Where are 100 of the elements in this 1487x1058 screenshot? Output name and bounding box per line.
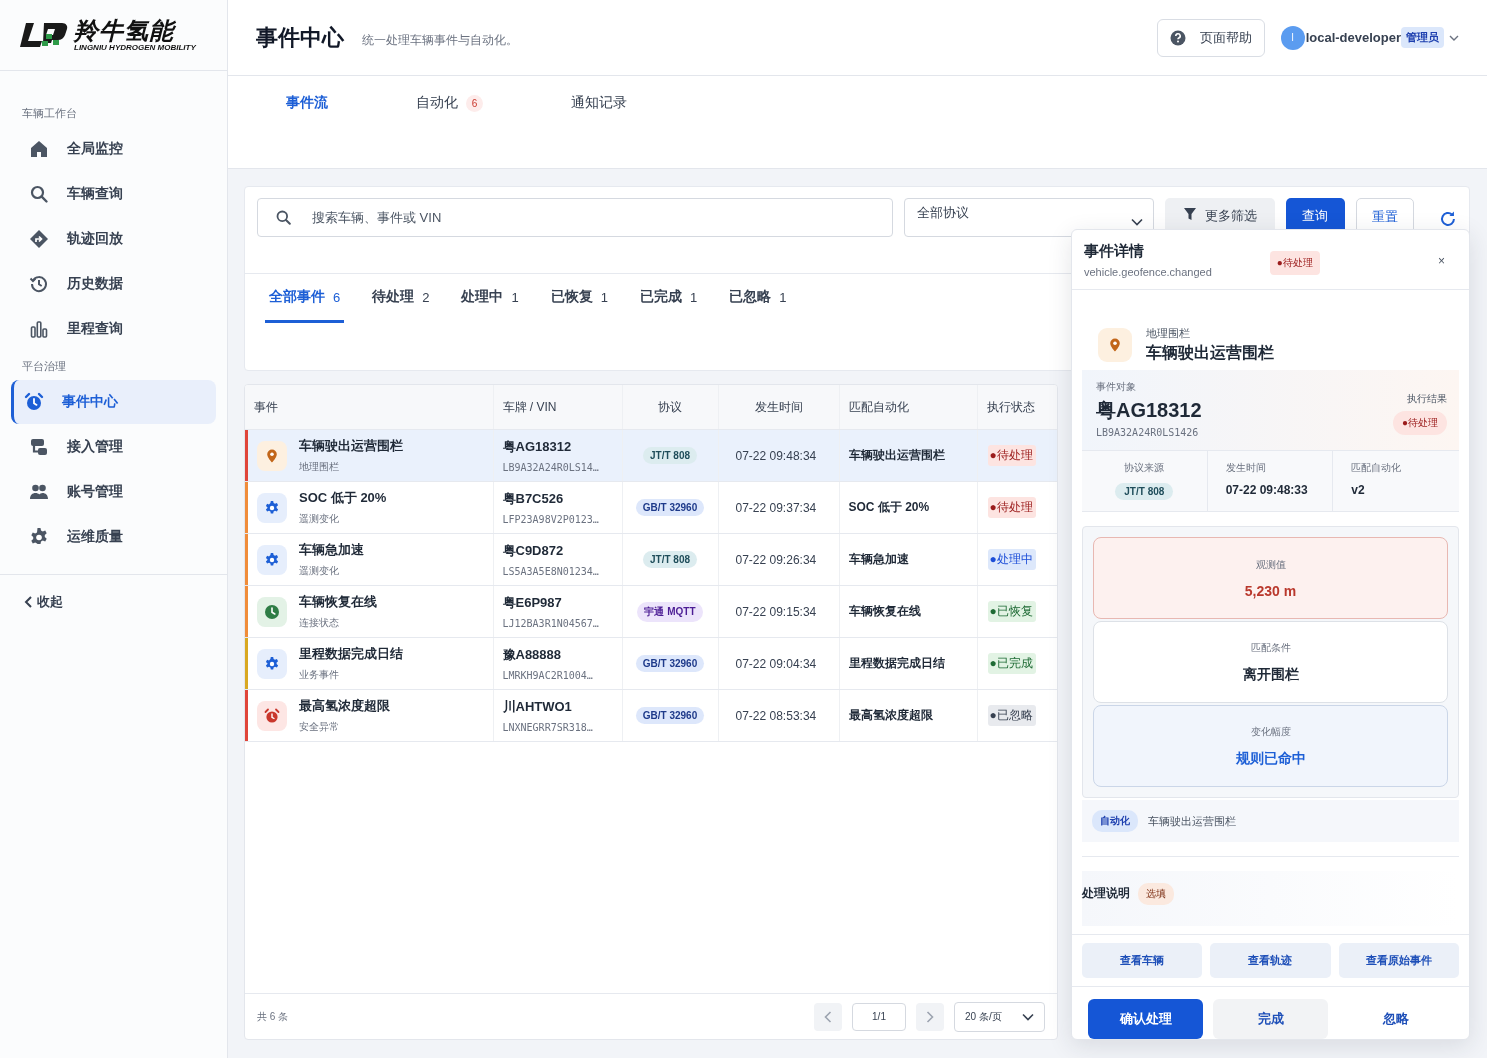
user-name: local-developer [1305, 30, 1401, 45]
sidebar-item[interactable]: 历史数据 [11, 262, 216, 306]
table-cell: 07-22 09:15:34 [718, 585, 839, 638]
plate-number: 粤E6P987 [502, 594, 563, 612]
search-icon [276, 210, 291, 225]
protocol-badge: JT/T 808 [1115, 483, 1174, 500]
link-button[interactable]: 查看车辆 [1082, 943, 1203, 978]
status-tab[interactable]: 处理中 1 [457, 274, 523, 323]
help-button[interactable]: 页面帮助 [1156, 18, 1265, 57]
status-badge: ●已忽略 [987, 705, 1036, 726]
pin-icon [257, 440, 287, 471]
status-tab[interactable]: 待处理 2 [368, 274, 434, 323]
alarm-clock-icon [24, 392, 44, 412]
page-field[interactable]: 1/1 [852, 1002, 906, 1031]
sidebar-item[interactable]: 运维质量 [11, 515, 216, 559]
fact-label: 匹配自动化 [1351, 461, 1403, 475]
column-header: 匹配自动化 [839, 385, 977, 430]
metric-card: 匹配条件 离开围栏 [1093, 621, 1448, 703]
vin-text: LS5A3A5E8N01234… [502, 566, 600, 577]
event-category: 地理围栏 [299, 460, 340, 474]
plate-number: 粤C9D872 [502, 542, 565, 560]
table-cell: 07-22 09:04:34 [718, 637, 839, 690]
column-header: 事件 [245, 385, 493, 430]
chevron-down-icon [1130, 218, 1143, 226]
event-category: 连接状态 [299, 616, 340, 630]
page-size-select[interactable]: 20 条/页 [954, 1001, 1045, 1032]
table-cell: 07-22 09:48:34 [718, 429, 839, 482]
event-title: 最高氢浓度超限 [299, 697, 390, 715]
chevron-down-icon [1022, 1012, 1034, 1021]
sidebar-item[interactable]: 账号管理 [11, 470, 216, 514]
link-button[interactable]: 查看原始事件 [1338, 943, 1459, 978]
sidebar-item[interactable]: 轨迹回放 [11, 217, 216, 261]
chevron-right-icon [926, 1010, 934, 1023]
search-field[interactable]: 搜索车辆、事件或 VIN [257, 198, 893, 237]
automation-tag: 自动化 [1092, 810, 1138, 832]
table-row[interactable]: 车辆急加速 遥测变化 粤C9D872 LS5A3A5E8N01234… JT/T 808 07-22 09:26:34 车辆急加速 ●处理中 [245, 533, 1057, 586]
brand-tagline: LINGNIU HYDROGEN MOBILITY [74, 43, 196, 52]
event-title: 车辆驶出运营围栏 [299, 437, 403, 455]
refresh-icon[interactable] [1439, 210, 1457, 228]
sidebar-item[interactable]: 车辆查询 [11, 172, 216, 216]
sidebar-item[interactable]: 里程查询 [11, 307, 216, 351]
gear-icon [257, 648, 287, 679]
table-cell: 里程数据完成日结 [839, 637, 977, 690]
help-icon [1169, 29, 1186, 46]
page-title: 事件中心 [256, 23, 344, 52]
collapse-button[interactable]: 收起 [0, 575, 227, 629]
metric-card: 变化幅度 规则已命中 [1093, 705, 1448, 787]
event-title: SOC 低于 20% [299, 489, 387, 507]
gear-icon [257, 492, 287, 523]
ignore-button[interactable]: 忽略 [1338, 999, 1453, 1039]
brand-name: 羚牛氢能 [74, 18, 177, 43]
protocol-badge: JT/T 808 [643, 551, 697, 568]
table-row[interactable]: 里程数据完成日结 业务事件 豫A88888 LMRKH9AC2R1004… GB/T 32960 07-22 09:04:34 里程数据完成日结 ●已完成 [245, 637, 1057, 690]
tab[interactable]: 事件流 [286, 76, 328, 130]
vin-text: LB9A32A24R0LS14… [502, 462, 600, 473]
sidebar-item[interactable]: 全局监控 [11, 127, 216, 171]
protocol-badge: GB/T 32960 [635, 707, 705, 724]
status-tab[interactable]: 已忽略 1 [725, 274, 791, 323]
pin-icon [1098, 328, 1132, 362]
status-tab[interactable]: 全部事件 6 [265, 274, 345, 323]
status-tab[interactable]: 已恢复 1 [546, 274, 612, 323]
protocol-badge: 宇通 MQTT [637, 601, 703, 622]
tab[interactable]: 通知记录 [571, 76, 627, 130]
status-badge: ●已恢复 [987, 601, 1036, 622]
result-badge: ●待处理 [1392, 411, 1447, 435]
vin-text: LJ12BA3R1N04567… [502, 618, 600, 629]
status-badge: ●已完成 [987, 653, 1036, 674]
next-page-button[interactable] [916, 1002, 944, 1031]
status-tab[interactable]: 已完成 1 [635, 274, 702, 323]
status-badge: ●待处理 [987, 497, 1036, 518]
table-row[interactable]: 最高氢浓度超限 安全异常 川AHTWO1 LNXNEGRR7SR318… GB/T 32960 07-22 08:53:34 最高氢浓度超限 ●已忽略 [245, 689, 1057, 742]
prev-page-button[interactable] [814, 1002, 842, 1031]
status-badge: ●待处理 [987, 445, 1036, 466]
chevron-down-icon [1449, 33, 1459, 42]
plate-number: 川AHTWO1 [502, 698, 573, 716]
table-row[interactable]: 车辆恢复在线 连接状态 粤E6P987 LJ12BA3R1N04567… 宇通 MQTT 07-22 09:15:34 车辆恢复在线 ●已恢复 [245, 585, 1057, 638]
event-category: 业务事件 [299, 668, 340, 682]
count-badge: 6 [466, 94, 483, 112]
confirm-button[interactable]: 确认处理 [1088, 999, 1203, 1039]
tab[interactable]: 自动化 6 [416, 76, 483, 130]
event-category: 安全异常 [299, 720, 340, 734]
sidebar-item[interactable]: 接入管理 [11, 425, 216, 469]
chevron-left-icon [24, 596, 33, 608]
automation-name: 车辆驶出运营围栏 [1148, 813, 1236, 829]
table-row[interactable]: SOC 低于 20% 遥测变化 粤B7C526 LFP23A98V2P0123… GB/T 32960 07-22 09:37:34 SOC 低于 20% ●待处理 [245, 481, 1057, 534]
status-badge: ●处理中 [987, 549, 1036, 570]
section-title: 车辆工作台 [21, 106, 78, 121]
sidebar-item[interactable]: 事件中心 [11, 380, 216, 424]
optional-tag: 选填 [1138, 882, 1174, 905]
gear-icon [257, 544, 287, 575]
table-row[interactable]: 车辆驶出运营围栏 地理围栏 粤AG18312 LB9A32A24R0LS14… JT/T 808 07-22 09:48:34 车辆驶出运营围栏 ●待处理 [245, 429, 1057, 482]
total-count: 共 6 条 [257, 1009, 289, 1024]
section-title: 平台治理 [21, 359, 67, 374]
link-button[interactable]: 查看轨迹 [1210, 943, 1331, 978]
table-cell: 车辆驶出运营围栏 [839, 429, 977, 482]
user-menu[interactable]: l local-developer 管理员 [1280, 25, 1459, 50]
protocol-badge: GB/T 32960 [635, 499, 705, 516]
complete-button[interactable]: 完成 [1213, 999, 1328, 1039]
close-button[interactable]: × [1438, 254, 1445, 268]
object-label: 事件对象 [1096, 380, 1137, 394]
